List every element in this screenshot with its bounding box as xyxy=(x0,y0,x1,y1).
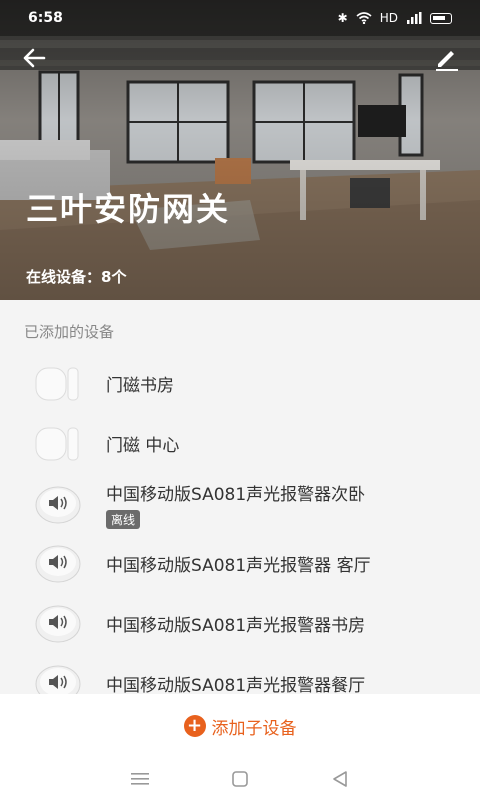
device-row[interactable]: 中国移动版SA081声光报警器书房 xyxy=(0,594,480,652)
menu-icon xyxy=(131,773,149,785)
banner-shade xyxy=(0,0,480,300)
speaker-icon xyxy=(35,486,81,524)
square-icon xyxy=(232,771,248,787)
signal-icon xyxy=(407,12,422,24)
home-nav-button[interactable] xyxy=(220,764,260,794)
status-bar: 6:58 ✱ HD xyxy=(0,0,480,36)
menu-nav-button[interactable] xyxy=(120,764,160,794)
arrow-left-icon xyxy=(23,48,46,68)
wifi-icon xyxy=(356,12,372,24)
edit-button[interactable] xyxy=(430,42,462,74)
battery-icon xyxy=(430,12,452,24)
section-label: 已添加的设备 xyxy=(24,323,115,341)
offline-badge: 离线 xyxy=(106,510,141,529)
network-label: HD xyxy=(379,11,398,25)
door-sensor-icon xyxy=(35,427,79,461)
device-row[interactable]: 门磁书房 xyxy=(0,354,480,412)
plus-circle-icon: + xyxy=(183,715,206,737)
device-name: 中国移动版SA081声光报警器次卧 xyxy=(106,485,366,505)
gateway-title: 三叶安防网关 xyxy=(26,190,231,228)
device-name: 中国移动版SA081声光报警器 客厅 xyxy=(106,555,371,576)
device-list: 已添加的设备 门磁书房 门磁 中心 中国移动版SA081声光报警器次卧 离线 中… xyxy=(0,300,480,694)
triangle-back-icon xyxy=(333,771,347,787)
speaker-icon xyxy=(35,545,81,583)
system-nav-bar xyxy=(0,758,480,800)
header-banner: 6:58 ✱ HD 三叶安防网关 在线设备： 8个 xyxy=(0,0,480,300)
bluetooth-icon: ✱ xyxy=(337,11,348,25)
status-time: 6:58 xyxy=(28,10,63,26)
device-row[interactable]: 门磁 中心 xyxy=(0,414,480,472)
device-row[interactable]: 中国移动版SA081声光报警器 客厅 xyxy=(0,534,480,592)
device-name: 门磁书房 xyxy=(106,375,174,396)
back-nav-button[interactable] xyxy=(320,764,360,794)
online-label: 在线设备： xyxy=(26,268,102,286)
door-sensor-icon xyxy=(35,367,79,401)
speaker-icon xyxy=(35,665,81,694)
device-row[interactable]: 中国移动版SA081声光报警器次卧 离线 xyxy=(0,474,480,534)
device-name: 中国移动版SA081声光报警器书房 xyxy=(106,615,366,636)
device-row[interactable]: 中国移动版SA081声光报警器餐厅 xyxy=(0,654,480,694)
online-devices: 在线设备： 8个 xyxy=(26,266,126,287)
back-button[interactable] xyxy=(18,42,50,74)
add-subdevice-button[interactable]: + 添加子设备 xyxy=(0,694,480,758)
pencil-icon xyxy=(436,51,458,71)
speaker-icon xyxy=(35,605,81,643)
add-subdevice-label: 添加子设备 xyxy=(211,718,297,739)
device-name: 门磁 中心 xyxy=(106,435,180,456)
device-name: 中国移动版SA081声光报警器餐厅 xyxy=(106,675,366,695)
online-count: 8个 xyxy=(101,268,127,286)
status-icons: ✱ HD xyxy=(338,11,452,25)
